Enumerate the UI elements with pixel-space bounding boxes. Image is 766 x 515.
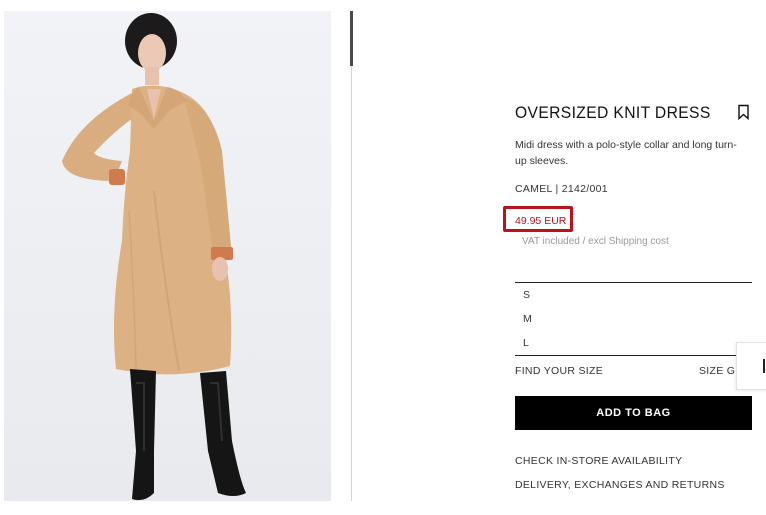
product-description: Midi dress with a polo-style collar and …	[515, 139, 737, 167]
bookmark-icon[interactable]	[737, 104, 750, 120]
gallery-scrollbar-track	[351, 11, 352, 501]
model-illustration	[62, 13, 246, 501]
side-panel-tab[interactable]	[736, 342, 766, 390]
gallery-scrollbar-thumb[interactable]	[350, 11, 353, 66]
find-your-size-link[interactable]: FIND YOUR SIZE	[515, 365, 603, 377]
size-option-l[interactable]: L	[523, 337, 529, 349]
product-price: 49.95 EUR	[515, 215, 567, 227]
product-color-reference: CAMEL | 2142/001	[515, 183, 608, 195]
side-panel-handle-icon	[763, 359, 765, 373]
vat-note: VAT included / excl Shipping cost	[522, 236, 669, 247]
product-title: OVERSIZED KNIT DRESS	[515, 103, 711, 122]
check-store-availability-link[interactable]: CHECK IN-STORE AVAILABILITY	[515, 455, 682, 467]
size-option-m[interactable]: M	[523, 313, 532, 325]
size-guide-link[interactable]: SIZE GUIDE	[699, 365, 737, 377]
delivery-returns-link[interactable]: DELIVERY, EXCHANGES AND RETURNS	[515, 479, 725, 491]
size-list-bottom-divider	[515, 355, 752, 356]
size-option-s[interactable]: S	[523, 289, 530, 301]
product-image[interactable]	[4, 11, 331, 501]
size-list-top-divider	[515, 282, 752, 283]
add-to-bag-button[interactable]: ADD TO BAG	[515, 396, 752, 430]
